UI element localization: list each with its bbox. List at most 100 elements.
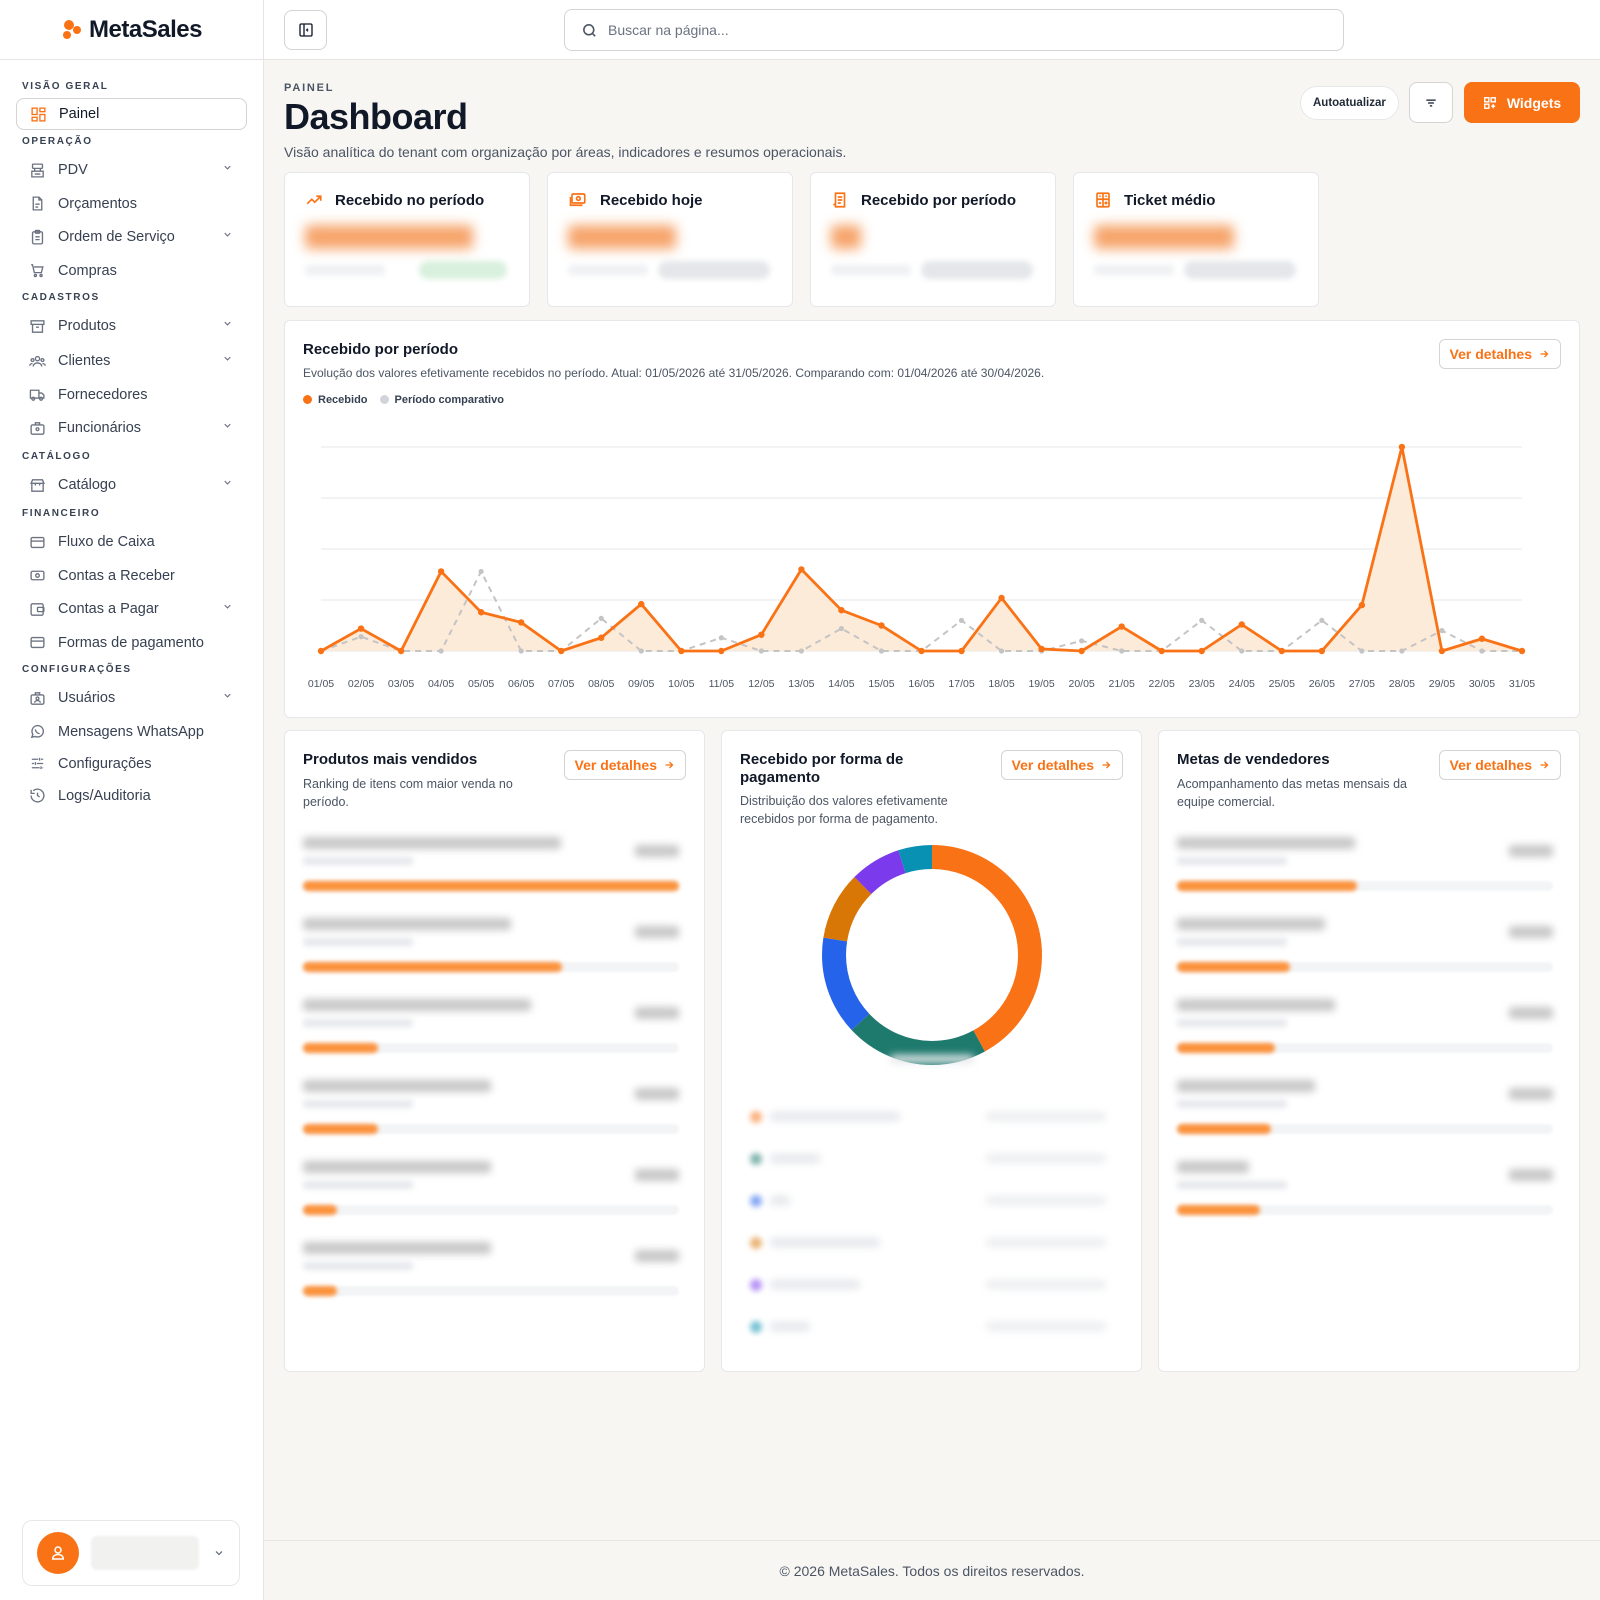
sidebar-item-produtos[interactable]: Produtos: [16, 309, 247, 343]
chevron-down-icon[interactable]: [222, 420, 233, 431]
sidebar-item-ordem-de-servico[interactable]: Ordem de Serviço: [16, 220, 247, 254]
chart-details-button[interactable]: Ver detalhes: [1438, 339, 1561, 369]
search-input[interactable]: [608, 22, 1308, 38]
payment-value-blurred: [986, 1280, 1106, 1289]
seller-goal-row[interactable]: [1177, 1080, 1553, 1150]
seller-goal-row[interactable]: [1177, 837, 1553, 907]
x-tick-label: 13/05: [788, 678, 814, 690]
sidebar-item-painel[interactable]: Painel: [16, 98, 247, 130]
kpi-value-blurred: [831, 225, 861, 249]
row-meta-blurred: [1177, 1181, 1287, 1189]
kpi-card-recebido-por-periodo[interactable]: Recebido por período: [810, 172, 1056, 307]
brand-logo[interactable]: MetaSales: [0, 0, 263, 60]
point-recebido: [437, 568, 445, 575]
sidebar-item-catalogo[interactable]: Catálogo: [16, 468, 247, 502]
legend-item-recebido[interactable]: Recebido: [303, 394, 368, 406]
filter-button[interactable]: [1409, 82, 1453, 123]
chevron-down-icon[interactable]: [222, 353, 233, 364]
user-name-blurred: [91, 1536, 199, 1570]
row-value-blurred: [635, 926, 679, 938]
kpi-card-ticket-medio[interactable]: Ticket médio: [1073, 172, 1319, 307]
dashboard-icon: [29, 105, 47, 123]
truck-icon: [28, 386, 46, 404]
products-card-subtitle: Ranking de itens com maior venda no perí…: [303, 777, 513, 809]
chart-legend: Recebido Período comparativo: [303, 394, 504, 406]
sellers-details-button[interactable]: Ver detalhes: [1438, 750, 1561, 780]
sidebar-item-mensagens-whatsapp[interactable]: Mensagens WhatsApp: [16, 716, 247, 747]
kpi-label: Ticket médio: [1124, 191, 1216, 209]
sidebar-section-title: CATÁLOGO: [22, 451, 92, 462]
sidebar-item-orcamentos[interactable]: Orçamentos: [16, 188, 247, 219]
auto-refresh-button[interactable]: Autoatualizar: [1300, 86, 1399, 120]
legend-item-comparativo[interactable]: Período comparativo: [379, 394, 504, 406]
chevron-down-icon[interactable]: [222, 229, 233, 240]
sidebar-item-compras[interactable]: Compras: [16, 255, 247, 286]
product-ranking-row[interactable]: [303, 918, 679, 988]
seller-goal-row[interactable]: [1177, 999, 1553, 1069]
point-comparativo: [1399, 648, 1405, 654]
user-menu[interactable]: [22, 1520, 240, 1586]
kpi-meta-blurred: [568, 265, 648, 275]
payment-method-row: [740, 1233, 1116, 1253]
row-value-blurred: [1509, 1007, 1553, 1019]
sidebar-item-formas-de-pagamento[interactable]: Formas de pagamento: [16, 627, 247, 658]
kpi-card-recebido-hoje[interactable]: Recebido hoje: [547, 172, 793, 307]
seller-goal-row[interactable]: [1177, 1161, 1553, 1231]
row-name-blurred: [1177, 1161, 1249, 1173]
sidebar-item-configuracoes[interactable]: Configurações: [16, 748, 247, 779]
point-recebido: [958, 647, 965, 655]
sidebar-item-contas-a-pagar[interactable]: Contas a Pagar: [16, 592, 247, 626]
product-ranking-row[interactable]: [303, 837, 679, 907]
credit-card-icon: [28, 533, 46, 551]
chevron-down-icon[interactable]: [222, 318, 233, 329]
sidebar-item-funcionarios[interactable]: Funcionários: [16, 411, 247, 445]
brand-mark-icon: [61, 19, 83, 41]
chevron-down-icon[interactable]: [222, 601, 233, 612]
chevron-down-icon[interactable]: [222, 477, 233, 488]
point-comparativo: [878, 648, 885, 654]
payment-name-blurred: [770, 1280, 860, 1289]
product-ranking-row[interactable]: [303, 999, 679, 1069]
x-tick-label: 04/05: [428, 678, 454, 690]
progress-fill: [1177, 962, 1290, 972]
row-meta-blurred: [1177, 938, 1287, 946]
chevron-down-icon[interactable]: [222, 162, 233, 173]
details-label: Ver detalhes: [1011, 757, 1095, 773]
payment-value-blurred: [986, 1238, 1106, 1247]
products-details-button[interactable]: Ver detalhes: [563, 750, 686, 780]
donut-chart: [822, 845, 1042, 1065]
seller-goal-row[interactable]: [1177, 918, 1553, 988]
product-ranking-row[interactable]: [303, 1242, 679, 1312]
payment-method-row: [740, 1107, 1116, 1127]
product-ranking-row[interactable]: [303, 1080, 679, 1150]
point-recebido: [678, 647, 685, 655]
sidebar-item-label: Compras: [58, 262, 117, 279]
legend-label: Período comparativo: [394, 394, 504, 406]
sidebar-item-contas-a-receber[interactable]: Contas a Receber: [16, 560, 247, 591]
row-name-blurred: [1177, 999, 1335, 1011]
point-recebido: [878, 622, 885, 629]
point-comparativo: [838, 625, 845, 632]
sidebar-toggle-button[interactable]: [284, 10, 327, 50]
widgets-button[interactable]: Widgets: [1464, 82, 1580, 123]
sellers-card-title: Metas de vendedores: [1177, 751, 1330, 768]
point-recebido: [1278, 647, 1285, 655]
kpi-card-recebido-periodo[interactable]: Recebido no período: [284, 172, 530, 307]
banknote-icon: [28, 567, 46, 585]
sidebar-item-fornecedores[interactable]: Fornecedores: [16, 379, 247, 410]
sidebar-item-usuarios[interactable]: Usuários: [16, 681, 247, 715]
sidebar-item-logs-auditoria[interactable]: Logs/Auditoria: [16, 780, 247, 811]
x-tick-label: 09/05: [628, 678, 654, 690]
point-comparativo: [798, 648, 804, 654]
chevron-down-icon[interactable]: [222, 690, 233, 701]
payment-details-button[interactable]: Ver detalhes: [1000, 750, 1123, 780]
sidebar-item-fluxo-de-caixa[interactable]: Fluxo de Caixa: [16, 525, 247, 559]
x-tick-label: 31/05: [1509, 678, 1535, 690]
arrow-right-icon: [1102, 761, 1111, 769]
sidebar-item-pdv[interactable]: PDV: [16, 153, 247, 187]
search-box[interactable]: [564, 9, 1344, 51]
users-icon: [28, 352, 46, 370]
product-ranking-row[interactable]: [303, 1161, 679, 1231]
row-name-blurred: [1177, 918, 1325, 930]
sidebar-item-clientes[interactable]: Clientes: [16, 344, 247, 378]
